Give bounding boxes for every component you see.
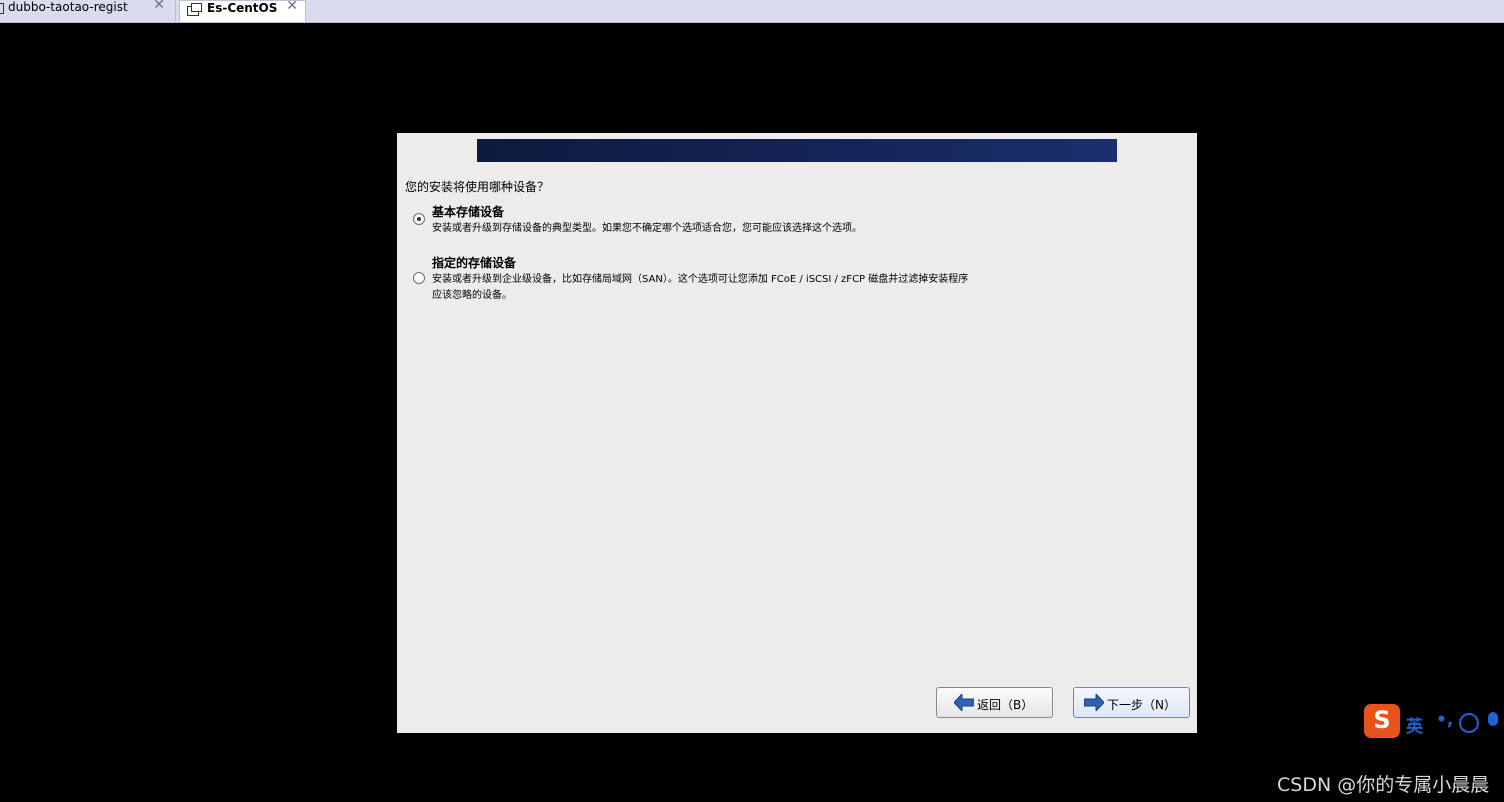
ime-language-toggle[interactable]: 英 (1406, 712, 1423, 737)
back-button[interactable]: 返回（B） (936, 687, 1053, 718)
arrow-left-icon (954, 694, 974, 711)
close-icon[interactable]: ✕ (286, 0, 298, 14)
mic-icon[interactable] (1488, 712, 1498, 726)
back-button-label: 返回（B） (977, 698, 1034, 712)
vm-icon (187, 3, 202, 16)
vm-icon (0, 3, 4, 14)
specialized-storage-description-line2: 应该忽略的设备。 (432, 290, 512, 301)
specialized-storage-radio[interactable] (413, 272, 425, 284)
tab-dubbo-taotao-regist[interactable]: dubbo-taotao-regist ✕ (0, 0, 176, 22)
watermark: CSDN @你的专属小晨晨 (1277, 774, 1490, 796)
arrow-right-icon (1084, 694, 1104, 711)
tab-bar: dubbo-taotao-regist ✕ Es-CentOS ✕ (0, 0, 1504, 23)
specialized-storage-title[interactable]: 指定的存储设备 (432, 254, 516, 271)
sogou-logo-icon[interactable]: S (1364, 704, 1400, 738)
ime-punctuation-toggle[interactable]: •, (1436, 710, 1453, 730)
installer-banner (477, 139, 1117, 162)
next-button[interactable]: 下一步（N） (1073, 687, 1190, 718)
emoji-icon[interactable] (1459, 713, 1479, 733)
basic-storage-title[interactable]: 基本存储设备 (432, 203, 504, 220)
tab-label: Es-CentOS (207, 1, 278, 15)
installer-panel: 您的安装将使用哪种设备？ 基本存储设备 安装或者升级到存储设备的典型类型。如果您… (397, 133, 1197, 733)
specialized-storage-description-line1: 安装或者升级到企业级设备，比如存储局域网（SAN）。这个选项可让您添加 FCoE… (432, 274, 969, 285)
basic-storage-radio[interactable] (413, 213, 425, 225)
ime-toolbar[interactable]: S 英 •, (1364, 704, 1504, 740)
radio-selected-dot (417, 217, 421, 221)
basic-storage-description: 安装或者升级到存储设备的典型类型。如果您不确定哪个选项适合您，您可能应该选择这个… (432, 223, 862, 234)
close-icon[interactable]: ✕ (153, 0, 165, 13)
device-question: 您的安装将使用哪种设备？ (405, 180, 550, 194)
tab-label: dubbo-taotao-regist (8, 0, 128, 14)
tab-es-centos[interactable]: Es-CentOS ✕ (179, 0, 306, 22)
next-button-label: 下一步（N） (1107, 698, 1176, 712)
